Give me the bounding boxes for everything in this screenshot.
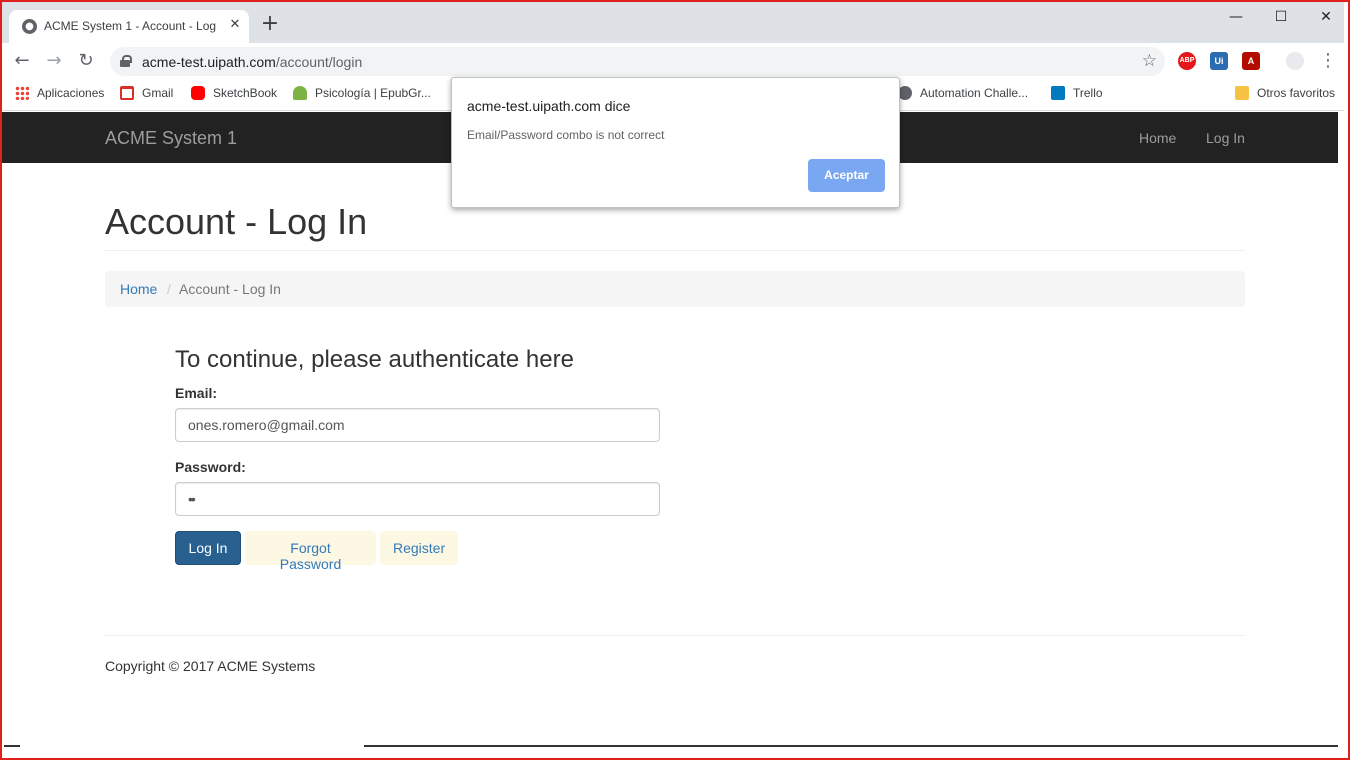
tab-strip: ● ACME System 1 - Account - Log In ✕ + —…	[2, 2, 1344, 43]
url-text: acme-test.uipath.com/account/login	[142, 54, 363, 70]
new-tab-button[interactable]: +	[258, 13, 282, 37]
bookmark-epub[interactable]: Psicología | EpubGr...	[293, 86, 431, 100]
gmail-icon	[120, 86, 134, 100]
apps-grid-icon	[15, 86, 29, 100]
bookmark-aplicaciones[interactable]: Aplicaciones	[15, 86, 104, 100]
tab-close-icon[interactable]: ✕	[226, 16, 244, 34]
epub-icon	[293, 86, 307, 100]
browser-toolbar: ← → ↻ acme-test.uipath.com/account/login…	[2, 43, 1344, 79]
folder-icon	[1235, 86, 1249, 100]
nav-home-link[interactable]: Home	[1139, 130, 1176, 146]
footer-divider	[105, 635, 1245, 636]
title-divider	[105, 250, 1245, 251]
minimize-icon[interactable]: —	[1218, 6, 1254, 30]
copyright-text: Copyright © 2017 ACME Systems	[105, 658, 316, 674]
profile-avatar-icon[interactable]	[1286, 52, 1304, 70]
address-bar[interactable]: acme-test.uipath.com/account/login ☆	[110, 47, 1165, 76]
tab-title: ACME System 1 - Account - Log In	[44, 19, 219, 33]
page-title: Account - Log In	[105, 201, 368, 242]
email-label: Email:	[175, 385, 218, 401]
back-icon[interactable]: ←	[9, 48, 35, 74]
globe-icon	[898, 86, 912, 100]
acrobat-icon[interactable]: A	[1242, 52, 1260, 70]
dialog-message: Email/Password combo is not correct	[467, 128, 665, 142]
adblock-plus-icon[interactable]: ABP	[1178, 52, 1196, 70]
trello-icon	[1051, 86, 1065, 100]
reload-icon[interactable]: ↻	[73, 48, 99, 74]
login-button[interactable]: Log In	[175, 531, 241, 565]
bookmark-gmail[interactable]: Gmail	[120, 86, 173, 100]
email-field[interactable]: ones.romero@gmail.com	[175, 408, 660, 442]
youtube-icon	[191, 86, 205, 100]
dialog-origin: acme-test.uipath.com dice	[467, 98, 631, 114]
breadcrumb-separator: /	[167, 281, 171, 297]
bookmark-trello[interactable]: Trello	[1051, 86, 1103, 100]
breadcrumb-home-link[interactable]: Home	[120, 281, 157, 297]
bookmark-star-icon[interactable]: ☆	[1142, 51, 1157, 71]
dialog-accept-button[interactable]: Aceptar	[808, 159, 885, 192]
maximize-icon[interactable]: ☐	[1263, 6, 1299, 30]
breadcrumb-current: Account - Log In	[179, 281, 281, 297]
breadcrumb: Home / Account - Log In	[105, 271, 1245, 307]
bottom-border-segment	[4, 745, 20, 747]
forgot-password-button[interactable]: Forgot Password	[245, 531, 376, 572]
register-button[interactable]: Register	[380, 531, 458, 565]
bookmark-sketchbook[interactable]: SketchBook	[191, 86, 277, 100]
password-field[interactable]: ••	[175, 482, 660, 516]
auth-heading: To continue, please authenticate here	[175, 346, 574, 373]
bookmark-automation[interactable]: Automation Challe...	[898, 86, 1028, 100]
uipath-extension-icon[interactable]: Ui	[1210, 52, 1228, 70]
nav-login-link[interactable]: Log In	[1206, 130, 1245, 146]
lock-icon	[120, 55, 132, 67]
bottom-border-segment	[364, 745, 1338, 747]
password-label: Password:	[175, 459, 246, 475]
alert-dialog: acme-test.uipath.com dice Email/Password…	[451, 77, 900, 208]
browser-tab[interactable]: ● ACME System 1 - Account - Log In ✕	[9, 10, 249, 43]
forward-icon[interactable]: →	[41, 48, 67, 74]
site-brand[interactable]: ACME System 1	[105, 128, 237, 149]
browser-menu-icon[interactable]: ⋮	[1315, 48, 1341, 74]
window-close-icon[interactable]: ✕	[1308, 6, 1344, 30]
bookmark-otros[interactable]: Otros favoritos	[1235, 86, 1335, 100]
globe-icon: ●	[22, 19, 37, 34]
